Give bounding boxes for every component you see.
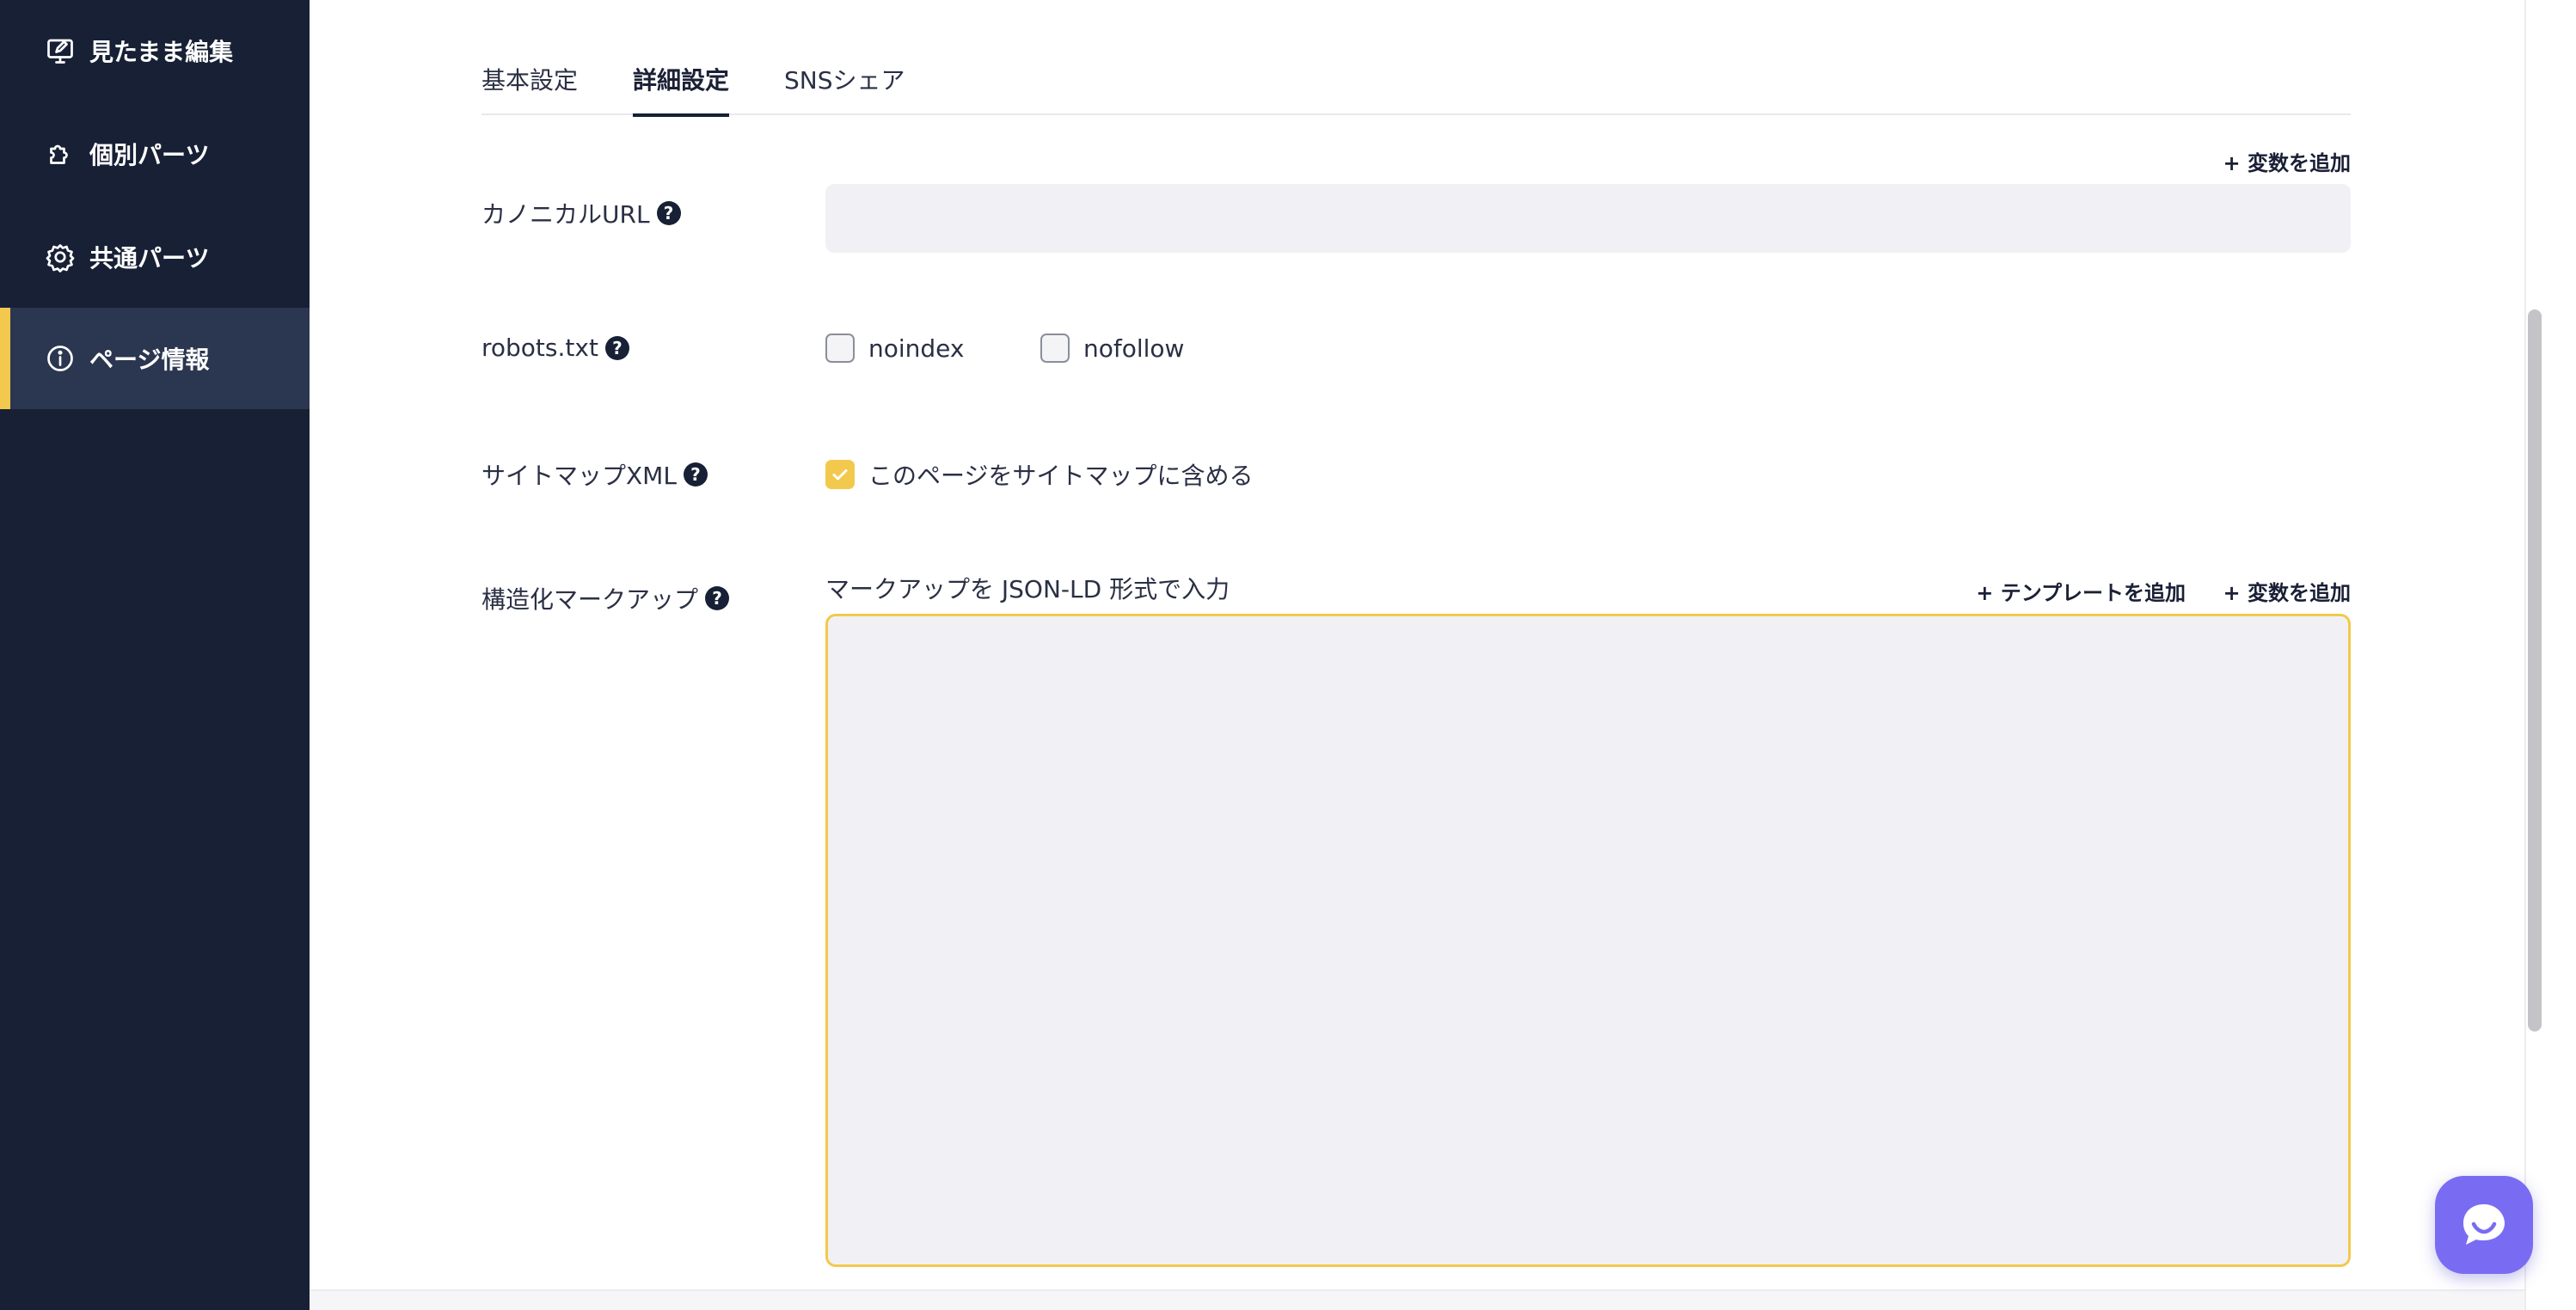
noindex-label: noindex bbox=[868, 334, 965, 363]
check-icon bbox=[832, 469, 848, 481]
sidebar-item-common-parts[interactable]: 共通パーツ bbox=[0, 206, 310, 308]
noindex-option[interactable]: noindex bbox=[825, 334, 964, 363]
sidebar-item-individual-parts[interactable]: 個別パーツ bbox=[0, 103, 310, 205]
help-icon[interactable]: ? bbox=[656, 201, 681, 225]
gear-badge-icon bbox=[45, 242, 76, 272]
sitemap-label-text: サイトマップXML bbox=[481, 462, 677, 490]
nofollow-label: nofollow bbox=[1083, 334, 1185, 363]
structured-markup-label-text: 構造化マークアップ bbox=[481, 585, 699, 614]
robots-label-text: robots.txt bbox=[481, 334, 598, 362]
help-icon[interactable]: ? bbox=[683, 462, 708, 487]
sitemap-include-option[interactable]: このページをサイトマップに含める bbox=[825, 457, 1253, 492]
structured-add-variable-button[interactable]: + 変数を追加 bbox=[2223, 576, 2351, 606]
robots-label: robots.txt ? bbox=[481, 334, 629, 362]
bottom-bar bbox=[310, 1289, 2524, 1310]
canonical-url-label: カノニカルURL ? bbox=[481, 196, 681, 230]
nofollow-checkbox[interactable] bbox=[1040, 334, 1070, 363]
sidebar-item-label: 共通パーツ bbox=[89, 244, 210, 272]
sidebar-item-label: 見たまま編集 bbox=[89, 38, 234, 66]
sitemap-label: サイトマップXML ? bbox=[481, 457, 708, 492]
tab-basic-settings[interactable]: 基本設定 bbox=[481, 62, 578, 115]
sidebar-item-visual-edit[interactable]: 見たまま編集 bbox=[0, 0, 310, 101]
monitor-edit-icon bbox=[45, 35, 76, 66]
puzzle-icon bbox=[45, 138, 76, 169]
chat-widget-button[interactable] bbox=[2435, 1176, 2533, 1274]
structured-markup-label: 構造化マークアップ ? bbox=[481, 581, 730, 615]
sidebar: 見たまま編集 個別パーツ 共通パーツ ページ情報 bbox=[0, 0, 310, 1310]
sidebar-item-label: 個別パーツ bbox=[89, 141, 210, 169]
sidebar-item-page-info[interactable]: ページ情報 bbox=[0, 308, 310, 409]
sitemap-include-label: このページをサイトマップに含める bbox=[868, 462, 1254, 490]
canonical-add-variable-button[interactable]: + 変数を追加 bbox=[2223, 146, 2351, 176]
canonical-url-label-text: カノニカルURL bbox=[481, 200, 650, 229]
chat-bubble-icon bbox=[2463, 1204, 2505, 1245]
help-icon[interactable]: ? bbox=[604, 335, 629, 360]
tab-advanced-settings[interactable]: 詳細設定 bbox=[633, 62, 730, 117]
info-icon bbox=[45, 343, 76, 374]
add-template-button[interactable]: + テンプレートを追加 bbox=[1976, 576, 2186, 606]
json-ld-hint: マークアップを JSON-LD 形式で入力 bbox=[825, 575, 1230, 603]
main-panel: 基本設定 詳細設定 SNSシェア + 変数を追加 カノニカルURL ? robo… bbox=[310, 0, 2524, 1289]
noindex-checkbox[interactable] bbox=[825, 334, 855, 363]
json-ld-textarea[interactable] bbox=[825, 614, 2351, 1267]
settings-tabs: 基本設定 詳細設定 SNSシェア bbox=[481, 52, 2351, 117]
canonical-url-input[interactable] bbox=[825, 184, 2351, 253]
scrollbar-thumb[interactable] bbox=[2528, 309, 2542, 1031]
nofollow-option[interactable]: nofollow bbox=[1040, 334, 1184, 363]
tab-sns-share[interactable]: SNSシェア bbox=[784, 62, 905, 115]
help-icon[interactable]: ? bbox=[705, 586, 730, 610]
sidebar-item-label: ページ情報 bbox=[89, 346, 210, 374]
app-root: 見たまま編集 個別パーツ 共通パーツ ページ情報 基本設定 詳細設定 SNSシェ… bbox=[0, 0, 2576, 1310]
sitemap-include-checkbox[interactable] bbox=[825, 460, 855, 489]
